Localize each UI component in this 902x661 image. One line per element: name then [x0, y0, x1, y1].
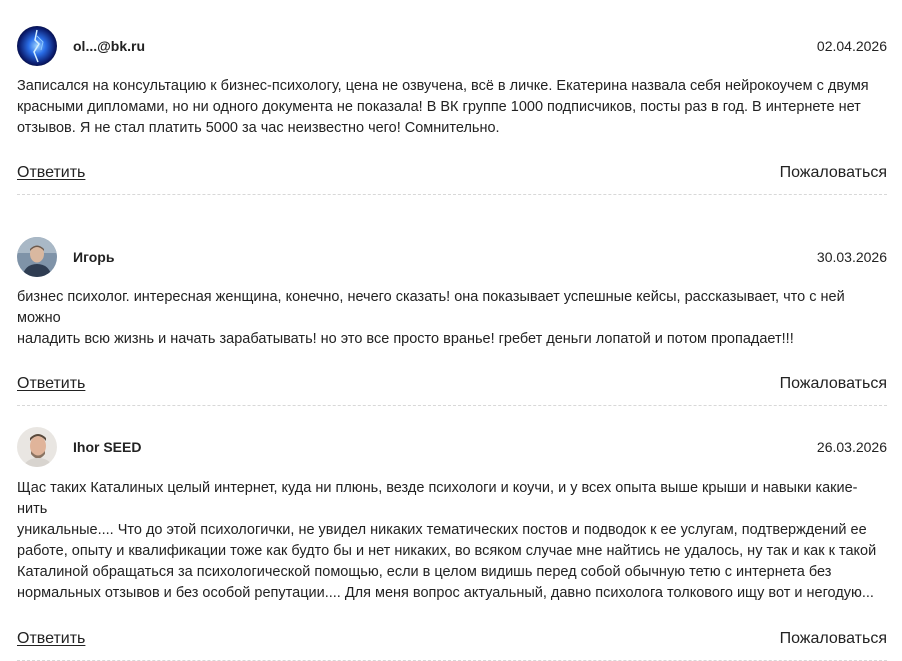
- comment-author: ol...@bk.ru: [73, 38, 145, 54]
- comment-actions: Ответить Пожаловаться: [17, 630, 887, 660]
- comment-item: Ihor SEED 26.03.2026 Щас таких Каталиных…: [17, 427, 887, 661]
- reply-link[interactable]: Ответить: [17, 630, 85, 648]
- comment-item: Игорь 30.03.2026 бизнес психолог. интере…: [17, 237, 887, 406]
- comment-text: бизнес психолог. интересная женщина, кон…: [17, 289, 845, 347]
- comment-author: Игорь: [73, 249, 115, 265]
- comment-text: Щас таких Каталиных целый интернет, куда…: [17, 480, 877, 601]
- comment-divider: [17, 194, 887, 195]
- man-photo-avatar-icon[interactable]: [17, 237, 57, 277]
- comment-divider: [17, 405, 887, 406]
- comment-header: Игорь 30.03.2026: [17, 237, 887, 277]
- comment-actions: Ответить Пожаловаться: [17, 375, 887, 405]
- comment-item: ol...@bk.ru 02.04.2026 Записался на конс…: [17, 26, 887, 195]
- report-link[interactable]: Пожаловаться: [780, 164, 887, 182]
- comment-header: ol...@bk.ru 02.04.2026: [17, 26, 887, 66]
- comment-date: 02.04.2026: [816, 38, 887, 54]
- comment-author: Ihor SEED: [73, 439, 142, 455]
- reply-link[interactable]: Ответить: [17, 164, 85, 182]
- comment-header: Ihor SEED 26.03.2026: [17, 427, 887, 467]
- comment-text: Записался на консультацию к бизнес-психо…: [17, 78, 869, 136]
- comment-date: 26.03.2026: [816, 439, 887, 455]
- comment-date: 30.03.2026: [816, 249, 887, 265]
- comment-actions: Ответить Пожаловаться: [17, 164, 887, 194]
- man-photo-avatar-icon[interactable]: [17, 427, 57, 467]
- report-link[interactable]: Пожаловаться: [780, 375, 887, 393]
- blue-glow-avatar-icon[interactable]: [17, 26, 57, 66]
- reply-link[interactable]: Ответить: [17, 375, 85, 393]
- comments-list: ol...@bk.ru 02.04.2026 Записался на конс…: [0, 0, 902, 661]
- report-link[interactable]: Пожаловаться: [780, 630, 887, 648]
